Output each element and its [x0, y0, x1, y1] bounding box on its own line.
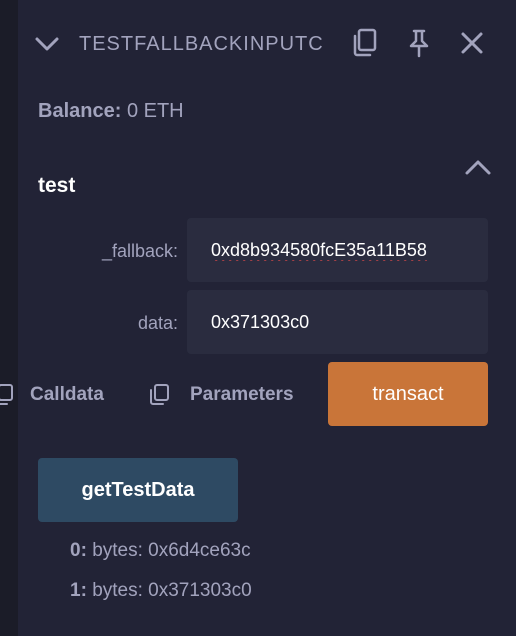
fallback-input-value: 0xd8b934580fcE35a11B58 [211, 239, 427, 260]
action-row: Calldata Parameters transact [0, 362, 516, 426]
contract-title: TESTFALLBACKINPUTC [79, 33, 323, 55]
calldata-button[interactable]: Calldata [0, 382, 104, 408]
calldata-label: Calldata [30, 384, 104, 405]
data-input-value: 0x371303c0 [211, 311, 310, 332]
balance-value: 0 ETH [126, 100, 184, 122]
output-value: bytes: 0x371303c0 [92, 580, 252, 601]
data-label: data: [137, 313, 178, 333]
parameters-button[interactable]: Parameters [148, 382, 294, 408]
output-row: 0: bytes: 0x6d4ce63c [70, 538, 251, 564]
output-index: 1: [70, 580, 87, 601]
copy-icon[interactable] [348, 27, 380, 59]
copy-icon [0, 384, 14, 406]
left-strip [0, 0, 18, 636]
copy-icon [148, 384, 170, 406]
transact-button[interactable]: transact [328, 362, 488, 426]
balance: Balance: 0 ETH [38, 98, 184, 124]
output-value: bytes: 0x6d4ce63c [92, 540, 251, 561]
balance-label: Balance: [38, 100, 122, 122]
function-name: test [38, 174, 76, 197]
output-index: 0: [70, 540, 87, 561]
fallback-input[interactable]: 0xd8b934580fcE35a11B58 [187, 218, 488, 282]
chevron-up-icon[interactable] [463, 155, 493, 181]
get-test-data-button[interactable]: getTestData [38, 458, 238, 522]
fallback-label: _fallback: [101, 241, 178, 261]
close-icon[interactable] [456, 27, 488, 59]
chevron-down-icon[interactable] [34, 31, 60, 55]
data-input[interactable]: 0x371303c0 [187, 290, 488, 354]
output-row: 1: bytes: 0x371303c0 [70, 578, 252, 604]
pin-icon[interactable] [403, 27, 435, 59]
parameters-label: Parameters [190, 384, 294, 405]
